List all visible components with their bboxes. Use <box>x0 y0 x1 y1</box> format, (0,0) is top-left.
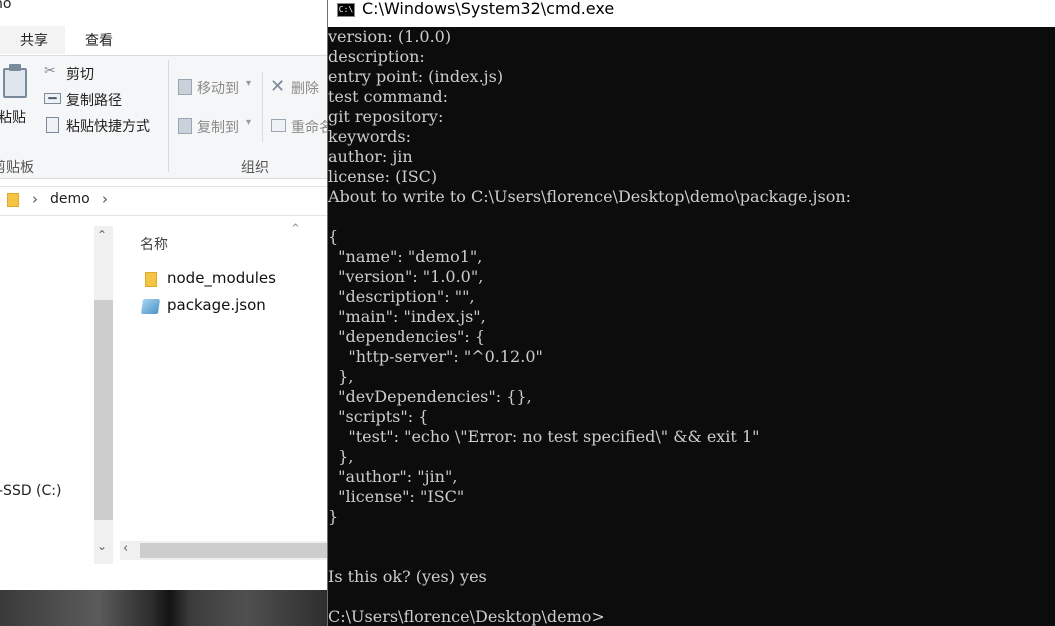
cmd-window: C:\ C:\Windows\System32\cmd.exe version:… <box>327 0 1055 626</box>
console-line: } <box>328 507 339 526</box>
paste-shortcut-button[interactable]: 粘贴快捷方式 <box>44 115 164 135</box>
delete-x-icon: ✕ <box>270 76 286 97</box>
move-to-button[interactable]: 移动到 ▾ <box>176 76 260 98</box>
paste-button[interactable]: 粘贴 <box>0 60 34 130</box>
console-line: About to write to C:\Users\florence\Desk… <box>328 187 852 206</box>
cmd-title-text: C:\Windows\System32\cmd.exe <box>362 0 615 18</box>
folder-icon <box>145 272 157 287</box>
paste-shortcut-icon <box>46 117 59 133</box>
console-line: "devDependencies": {}, <box>328 387 532 406</box>
console-line: C:\Users\florence\Desktop\demo> <box>328 607 605 626</box>
clipboard-clip-icon <box>9 64 21 71</box>
move-to-icon <box>178 79 192 95</box>
column-header-name[interactable]: 名称 <box>140 234 168 254</box>
copy-to-button[interactable]: 复制到 ▾ <box>176 115 260 137</box>
console-line: }, <box>328 447 354 466</box>
console-line: "dependencies": { <box>328 327 486 346</box>
explorer-title-bar[interactable]: no <box>0 0 327 18</box>
copy-to-label: 复制到 <box>197 120 239 136</box>
console-line: "description": "", <box>328 287 475 306</box>
console-line: "main": "index.js", <box>328 307 486 326</box>
file-name: node_modules <box>167 269 276 287</box>
file-list-pane: 名称 ⌃ node_modules package.json <box>113 222 327 590</box>
console-line: "http-server": "^0.12.0" <box>328 347 543 366</box>
rename-label: 重命名 <box>291 120 327 136</box>
explorer-title-text: no <box>0 0 12 12</box>
folder-icon <box>7 193 19 207</box>
nav-vertical-scrollbar[interactable]: ⌃ ⌄ <box>94 226 113 564</box>
console-line: test command: <box>328 87 449 106</box>
rename-button[interactable]: 重命名 <box>270 115 327 137</box>
console-line: "author": "jin", <box>328 467 458 486</box>
copy-path-icon: ▬▬ <box>44 93 61 104</box>
ribbon-tabs: 共享 查看 <box>0 22 327 54</box>
console-line: "test": "echo \"Error: no test specified… <box>328 427 760 446</box>
chevron-down-icon: ▾ <box>246 78 252 89</box>
console-line: entry point: (index.js) <box>328 67 504 86</box>
paste-shortcut-label: 粘贴快捷方式 <box>66 119 150 135</box>
scroll-down-arrow-icon[interactable]: ⌄ <box>97 539 107 553</box>
scroll-up-arrow-icon[interactable]: ⌃ <box>97 228 107 242</box>
cut-label: 剪切 <box>66 67 94 83</box>
console-line: keywords: <box>328 127 412 146</box>
console-line: Is this ok? (yes) yes <box>328 567 487 586</box>
console-line: }, <box>328 367 354 386</box>
file-item-node-modules[interactable]: node_modules <box>140 269 320 291</box>
console-line: version: (1.0.0) <box>328 27 452 46</box>
copy-to-icon <box>178 118 192 134</box>
chevron-right-icon[interactable]: › <box>32 190 38 208</box>
sort-caret-icon: ⌃ <box>290 222 301 237</box>
scissors-icon: ✂ <box>44 63 56 79</box>
delete-button[interactable]: ✕ 删除 <box>270 76 327 98</box>
console-line: "name": "demo1", <box>328 247 483 266</box>
tab-share[interactable]: 共享 <box>20 30 48 50</box>
chevron-down-icon: ▾ <box>246 117 252 128</box>
cmd-console-output[interactable]: version: (1.0.0) description: entry point:… <box>328 27 1055 626</box>
ribbon-separator <box>262 72 263 142</box>
address-path-segment[interactable]: demo <box>50 191 90 207</box>
nav-item-drive-c[interactable]: -SSD (C:) <box>0 483 61 499</box>
cmd-app-icon: C:\ <box>337 3 355 17</box>
cut-button[interactable]: ✂ 剪切 <box>44 63 104 83</box>
console-line: license: (ISC) <box>328 167 438 186</box>
console-line: "version": "1.0.0", <box>328 267 484 286</box>
group-label-organize: 组织 <box>241 160 269 176</box>
console-line: author: jin <box>328 147 413 166</box>
console-line: { <box>328 227 339 246</box>
copy-path-button[interactable]: ▬▬ 复制路径 <box>44 89 144 109</box>
copy-path-label: 复制路径 <box>66 93 122 109</box>
delete-label: 删除 <box>291 81 319 97</box>
cmd-title-bar[interactable]: C:\ C:\Windows\System32\cmd.exe <box>328 0 1055 27</box>
file-list-horizontal-scrollbar[interactable]: ‹ <box>120 541 327 560</box>
group-label-clipboard: 剪贴板 <box>0 160 34 176</box>
file-explorer-window: no 共享 查看 粘贴 ✂ 剪切 ▬▬ 复制路径 粘贴快捷方式 移动到 <box>0 0 327 590</box>
chevron-right-icon[interactable]: › <box>102 190 108 208</box>
scroll-left-arrow-icon[interactable]: ‹ <box>123 541 128 556</box>
tab-view[interactable]: 查看 <box>85 30 113 50</box>
address-bar[interactable]: › demo › <box>0 186 327 216</box>
paste-label: 粘贴 <box>0 110 26 126</box>
nav-scroll-thumb[interactable] <box>94 300 113 520</box>
ribbon-home: 粘贴 ✂ 剪切 ▬▬ 复制路径 粘贴快捷方式 移动到 ▾ 复制到 ▾ ✕ 删除 … <box>0 55 327 179</box>
file-list-scroll-thumb[interactable] <box>140 543 327 558</box>
file-item-package-json[interactable]: package.json <box>140 296 320 318</box>
file-name: package.json <box>167 296 266 314</box>
desktop-wallpaper <box>0 590 327 626</box>
console-line: "license": "ISC" <box>328 487 465 506</box>
clipboard-icon <box>3 68 27 98</box>
console-line: "scripts": { <box>328 407 429 426</box>
ribbon-separator <box>168 60 169 172</box>
console-line: git repository: <box>328 107 444 126</box>
json-file-icon <box>140 299 161 314</box>
move-to-label: 移动到 <box>197 81 239 97</box>
navigation-pane: -SSD (C:) <box>0 226 95 590</box>
rename-icon <box>271 119 286 132</box>
console-line: description: <box>328 47 425 66</box>
